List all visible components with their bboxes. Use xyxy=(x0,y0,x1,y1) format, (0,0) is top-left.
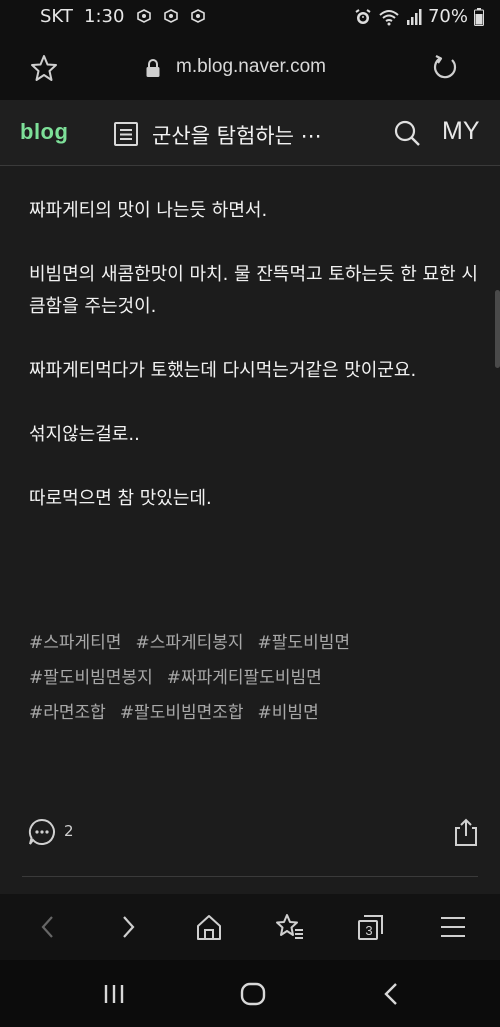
home-nav-icon[interactable] xyxy=(239,980,267,1008)
tabs-button[interactable]: 3 xyxy=(356,912,386,942)
tag-row: #라면조합 #팔도비빔면조합 #비빔면 xyxy=(29,698,479,733)
blog-header: blog 군산을 탐험하는 ⋯ MY xyxy=(0,100,500,166)
paragraph: 따로먹으면 참 맛있는데. xyxy=(29,488,212,509)
signal-icon xyxy=(406,8,422,25)
notification-icon xyxy=(191,9,205,23)
system-nav-bar xyxy=(0,960,500,1027)
post-body: 짜파게티의 맛이 나는듯 하면서. 비빔면의 새콤한맛이 마치. 물 잔뜩먹고 … xyxy=(29,195,479,515)
divider xyxy=(22,876,478,877)
paragraph: 짜파게티먹다가 토했는데 다시먹는거같은 맛이군요. xyxy=(29,360,417,381)
tag-link[interactable]: #스파게티봉지 xyxy=(135,628,243,663)
tag-link[interactable]: #팔도비빔면봉지 xyxy=(29,663,153,698)
search-icon[interactable] xyxy=(393,119,421,147)
paragraph: 비빔면의 새콤한맛이 마치. 물 잔뜩먹고 토하는듯 한 묘한 시큼함을 주는것… xyxy=(29,264,478,317)
battery-icon xyxy=(474,7,484,26)
scrollbar-thumb[interactable] xyxy=(495,290,500,368)
back-nav-icon[interactable] xyxy=(378,980,406,1008)
share-icon[interactable] xyxy=(452,817,480,847)
carrier-label: SKT xyxy=(40,6,73,27)
browser-address-bar: m.blog.naver.com xyxy=(0,34,500,100)
menu-icon[interactable] xyxy=(438,912,468,942)
tag-link[interactable]: #스파게티면 xyxy=(29,628,121,663)
url-text[interactable]: m.blog.naver.com xyxy=(176,56,326,78)
bookmark-star-icon[interactable] xyxy=(30,54,58,82)
blog-title[interactable]: 군산을 탐험하는 ⋯ xyxy=(152,120,322,150)
post-actions: 2 xyxy=(0,810,500,856)
tag-link[interactable]: #팔도비빔면조합 xyxy=(120,698,244,733)
post-list-icon[interactable] xyxy=(113,121,139,147)
tag-row: #스파게티면 #스파게티봉지 #팔도비빔면 xyxy=(29,628,479,663)
notification-icon xyxy=(164,9,178,23)
status-bar: SKT 1:30 70% xyxy=(0,0,500,34)
tag-row: #팔도비빔면봉지 #짜파게티팔도비빔면 xyxy=(29,663,479,698)
comment-count[interactable]: 2 xyxy=(64,822,74,840)
tab-count: 3 xyxy=(365,923,373,938)
battery-percent: 70% xyxy=(427,6,468,27)
tag-link[interactable]: #짜파게티팔도비빔면 xyxy=(167,663,322,698)
blog-logo[interactable]: blog xyxy=(20,119,68,145)
paragraph: 섞지않는걸로.. xyxy=(29,424,140,445)
lock-icon xyxy=(146,59,160,77)
wifi-icon xyxy=(379,9,399,25)
reload-icon[interactable] xyxy=(430,53,460,83)
tag-list: #스파게티면 #스파게티봉지 #팔도비빔면 #팔도비빔면봉지 #짜파게티팔도비빔… xyxy=(29,628,479,733)
alarm-icon xyxy=(355,8,371,24)
clock: 1:30 xyxy=(84,6,125,27)
recent-apps-icon[interactable] xyxy=(100,980,128,1008)
notification-icon xyxy=(137,9,151,23)
home-icon[interactable] xyxy=(194,912,224,942)
paragraph: 짜파게티의 맛이 나는듯 하면서. xyxy=(29,200,268,221)
back-icon[interactable] xyxy=(33,912,63,942)
forward-icon[interactable] xyxy=(113,912,143,942)
bookmarks-icon[interactable] xyxy=(275,912,305,942)
my-button[interactable]: MY xyxy=(442,117,480,146)
tag-link[interactable]: #비빔면 xyxy=(258,698,319,733)
browser-toolbar: 3 xyxy=(0,894,500,960)
tag-link[interactable]: #팔도비빔면 xyxy=(258,628,350,663)
tag-link[interactable]: #라면조합 xyxy=(29,698,106,733)
comment-icon[interactable] xyxy=(28,818,56,846)
